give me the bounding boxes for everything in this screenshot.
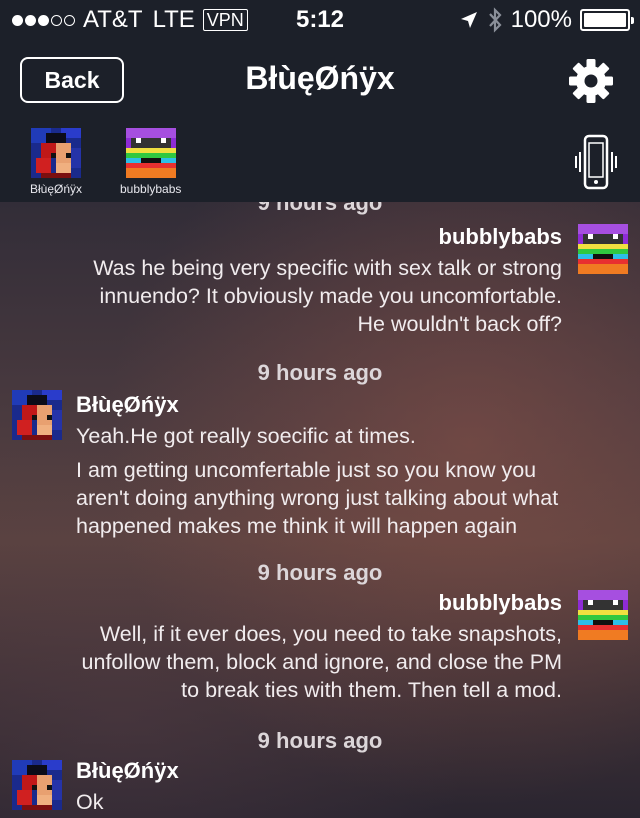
participants-bar: BłùęØńÿx bubblybabs bbox=[0, 124, 640, 202]
message-text: Ok bbox=[76, 790, 104, 814]
message-bubblybabs: bubblybabs Well, if it ever does, you ne… bbox=[82, 590, 562, 704]
phone-vibrate-icon[interactable] bbox=[574, 134, 618, 190]
participant-name: BłùęØńÿx bbox=[30, 182, 83, 196]
message-bubblybabs: bubblybabs Was he being very specific wi… bbox=[93, 224, 562, 338]
timestamp: 9 hours ago bbox=[257, 728, 383, 753]
chat-log[interactable]: 9 hours ago bubblybabs Was he being very… bbox=[0, 202, 640, 818]
message-sender: bubblybabs bbox=[438, 590, 562, 615]
battery-icon bbox=[580, 9, 634, 31]
message-text: Was he being very specific with sex talk… bbox=[93, 256, 562, 336]
message-blue-onyx: BłùęØńÿx Yeah.He got really soecific at … bbox=[76, 392, 558, 540]
bubblybabs-avatar bbox=[578, 590, 628, 640]
message-sender: BłùęØńÿx bbox=[76, 758, 179, 783]
timestamp: 9 hours ago bbox=[257, 202, 383, 215]
location-arrow-icon bbox=[460, 12, 477, 28]
bluetooth-icon bbox=[488, 7, 502, 33]
settings-gear-icon[interactable] bbox=[568, 58, 614, 104]
bubblybabs-avatar bbox=[578, 224, 628, 274]
message-text: Well, if it ever does, you need to take … bbox=[81, 622, 562, 702]
message-text: I am getting uncomfertable just so you k… bbox=[76, 458, 559, 538]
timestamp: 9 hours ago bbox=[257, 560, 383, 585]
header: AT&T LTE VPN 5:12 100% Back BłùęØńÿx Błù… bbox=[0, 0, 640, 202]
message-sender: bubblybabs bbox=[438, 224, 562, 249]
blue-onyx-avatar bbox=[31, 128, 82, 178]
message-text: Yeah.He got really soecific at times. bbox=[76, 424, 416, 448]
participant-name: bubblybabs bbox=[120, 182, 182, 196]
participant-blue-onyx[interactable]: BłùęØńÿx bbox=[30, 128, 82, 196]
timestamp: 9 hours ago bbox=[257, 360, 383, 385]
message-blue-onyx: BłùęØńÿx Ok bbox=[76, 758, 179, 816]
blue-onyx-avatar bbox=[12, 390, 62, 440]
nav-bar: Back BłùęØńÿx bbox=[0, 40, 640, 124]
status-bar: AT&T LTE VPN 5:12 100% bbox=[0, 0, 640, 40]
message-sender: BłùęØńÿx bbox=[76, 392, 179, 417]
bubblybabs-avatar bbox=[125, 128, 176, 178]
conversation-title: BłùęØńÿx bbox=[245, 60, 395, 96]
blue-onyx-avatar bbox=[12, 760, 62, 810]
battery-percent: 100% bbox=[510, 6, 572, 33]
participant-bubblybabs[interactable]: bubblybabs bbox=[120, 128, 181, 196]
